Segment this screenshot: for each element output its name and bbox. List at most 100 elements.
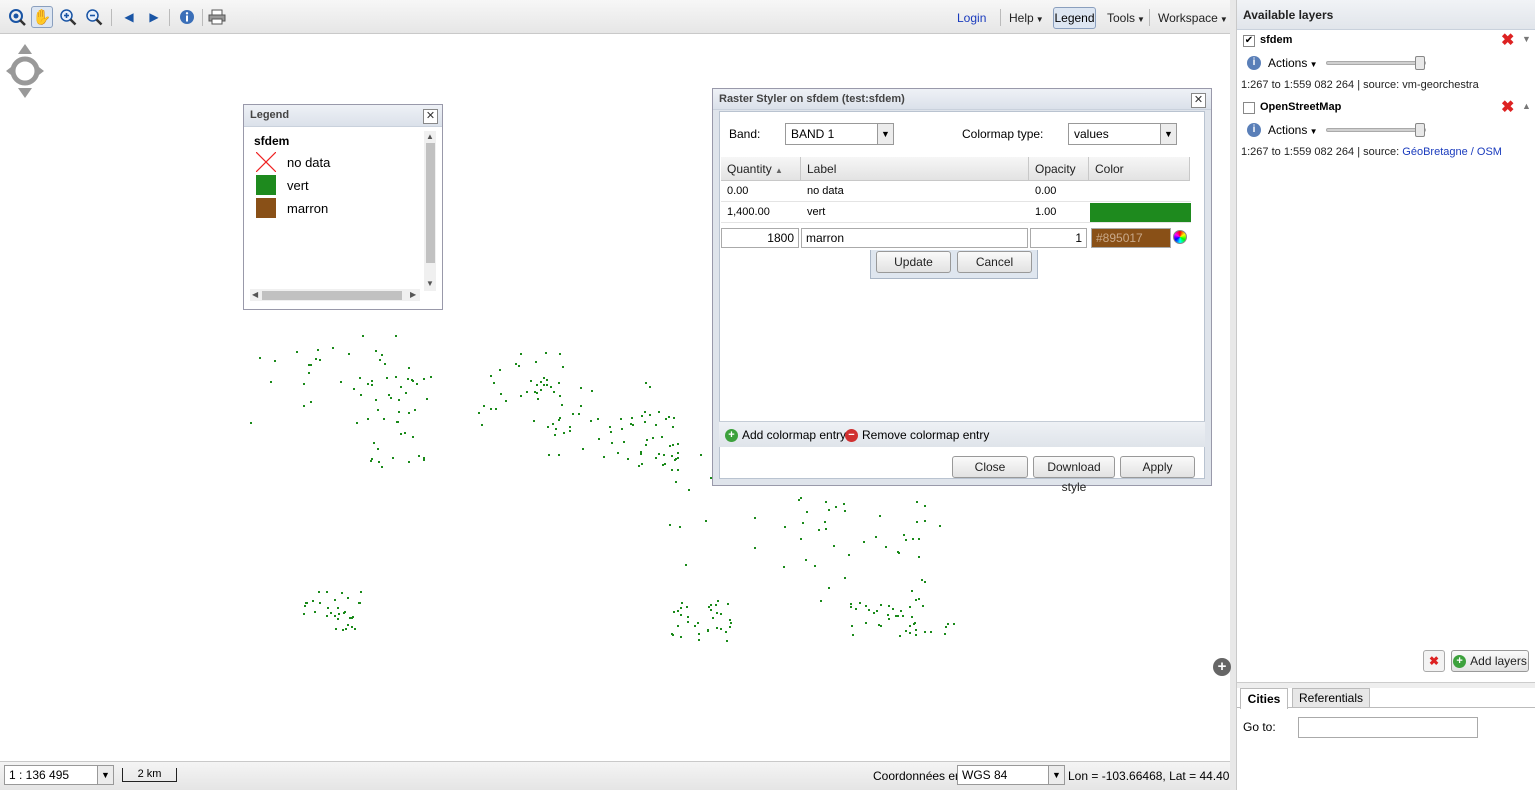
source-link[interactable]: GéoBretagne / OSM <box>1402 146 1502 158</box>
raster-pixel <box>864 622 867 625</box>
pan-icon[interactable]: ✋ <box>31 6 53 28</box>
remove-layer-icon[interactable]: ✖ <box>1501 30 1514 50</box>
raster-pixel <box>582 448 585 451</box>
scroll-right-icon[interactable]: ▶ <box>410 290 416 299</box>
update-button[interactable]: Update <box>876 251 951 273</box>
back-icon[interactable]: ◀ <box>118 6 140 28</box>
download-style-button[interactable]: Download style <box>1033 456 1115 494</box>
colormap-type-select[interactable]: values ▼ <box>1068 123 1177 145</box>
raster-pixel <box>824 500 827 503</box>
collapse-down-icon[interactable]: ▼ <box>1522 34 1531 44</box>
tab-referentials[interactable]: Referentials <box>1292 688 1370 708</box>
actions-menu-label: Actions <box>1268 123 1308 137</box>
table-row[interactable]: 0.00 no data 0.00 <box>721 181 1191 202</box>
tools-menu[interactable]: Tools ▼ <box>1107 11 1145 25</box>
opacity-slider[interactable] <box>1326 123 1426 137</box>
add-colormap-entry-button[interactable]: + Add colormap entry <box>725 428 846 442</box>
scale-select[interactable]: 1 : 136 495 ▼ <box>4 765 114 785</box>
column-header-opacity[interactable]: Opacity <box>1029 157 1089 181</box>
raster-pixel <box>825 527 828 530</box>
goto-input[interactable] <box>1298 717 1478 738</box>
raster-pixel <box>530 380 533 383</box>
raster-pixel <box>912 538 915 541</box>
collapse-up-icon[interactable]: ▲ <box>1522 101 1531 111</box>
layer-visibility-checkbox[interactable]: ✔ <box>1243 35 1255 47</box>
raster-pixel <box>519 352 522 355</box>
close-icon[interactable]: ✕ <box>423 109 438 124</box>
chevron-down-icon[interactable]: ▼ <box>97 766 113 784</box>
projection-value: WGS 84 <box>962 768 1008 782</box>
help-menu[interactable]: Help ▼ <box>1009 11 1044 25</box>
close-button[interactable]: Close <box>952 456 1028 478</box>
forward-icon[interactable]: ▶ <box>143 6 165 28</box>
raster-pixel <box>609 425 612 428</box>
table-row[interactable]: 1,400.00 vert 1.00 <box>721 202 1191 223</box>
remove-layer-icon[interactable]: ✖ <box>1501 97 1514 117</box>
legend-vertical-scrollbar[interactable]: ▲ ▼ <box>424 131 436 291</box>
column-header-color[interactable]: Color <box>1089 157 1190 181</box>
remove-all-layers-button[interactable]: ✖ <box>1423 650 1445 672</box>
legend-toggle-button[interactable]: Legend <box>1053 7 1096 29</box>
raster-pixel <box>854 608 857 611</box>
raster-pixel <box>569 426 572 429</box>
raster-pixel <box>374 350 377 353</box>
info-icon[interactable]: i <box>1247 56 1261 70</box>
raster-pixel <box>782 565 785 568</box>
apply-button[interactable]: Apply <box>1120 456 1195 478</box>
band-select[interactable]: BAND 1 ▼ <box>785 123 894 145</box>
slider-knob[interactable] <box>1415 56 1425 70</box>
colormap-toolbar: + Add colormap entry − Remove colormap e… <box>719 421 1205 447</box>
raster-pixel <box>897 551 900 554</box>
raster-pixel <box>924 630 927 633</box>
add-layers-button[interactable]: + Add layers <box>1451 650 1529 672</box>
workspace-menu[interactable]: Workspace ▼ <box>1158 11 1228 25</box>
column-header-quantity[interactable]: Quantity ▲ <box>721 157 801 181</box>
raster-pixel <box>366 383 369 386</box>
projection-select[interactable]: WGS 84 ▼ <box>957 765 1065 785</box>
print-icon[interactable] <box>206 6 228 28</box>
no-data-swatch-icon <box>256 152 276 172</box>
opacity-input[interactable]: 1 <box>1030 228 1087 248</box>
raster-pixel <box>899 634 902 637</box>
toolbar-separator <box>1149 9 1150 26</box>
slider-knob[interactable] <box>1415 123 1425 137</box>
zoom-in-icon[interactable] <box>57 6 79 28</box>
scroll-down-icon[interactable]: ▼ <box>426 279 434 288</box>
scroll-thumb[interactable] <box>426 143 435 263</box>
opacity-slider[interactable] <box>1326 56 1426 70</box>
raster-pixel <box>379 359 382 362</box>
scroll-up-icon[interactable]: ▲ <box>426 132 434 141</box>
layer-visibility-checkbox[interactable] <box>1243 102 1255 114</box>
expand-plus-icon[interactable]: + <box>1213 658 1231 676</box>
info-icon[interactable]: i <box>1247 123 1261 137</box>
scroll-thumb[interactable] <box>262 291 402 300</box>
band-select-value: BAND 1 <box>791 127 835 141</box>
raster-pixel <box>655 456 658 459</box>
legend-horizontal-scrollbar[interactable]: ◀ ▶ <box>250 289 420 301</box>
label-input[interactable]: marron <box>801 228 1028 248</box>
tab-cities[interactable]: Cities <box>1240 688 1288 709</box>
chevron-down-icon[interactable]: ▼ <box>1048 766 1064 784</box>
pan-control-icon[interactable] <box>6 44 44 98</box>
remove-colormap-entry-button[interactable]: − Remove colormap entry <box>845 428 989 442</box>
close-icon[interactable]: ✕ <box>1191 93 1206 108</box>
color-input[interactable]: #895017 <box>1091 228 1171 248</box>
scroll-left-icon[interactable]: ◀ <box>252 290 258 299</box>
toolbar-separator <box>202 9 203 26</box>
raster-pixel <box>879 604 882 606</box>
actions-menu[interactable]: Actions ▼ <box>1268 123 1318 137</box>
color-picker-icon[interactable] <box>1173 230 1187 244</box>
raster-pixel <box>823 520 826 523</box>
chevron-down-icon[interactable]: ▼ <box>1160 124 1176 144</box>
raster-pixel <box>707 628 710 631</box>
actions-menu[interactable]: Actions ▼ <box>1268 56 1318 70</box>
cancel-button[interactable]: Cancel <box>957 251 1032 273</box>
quantity-input[interactable]: 1800 <box>721 228 799 248</box>
chevron-down-icon[interactable]: ▼ <box>877 124 893 144</box>
info-icon[interactable] <box>176 6 198 28</box>
zoom-extent-icon[interactable] <box>6 6 28 28</box>
zoom-out-icon[interactable] <box>83 6 105 28</box>
login-link[interactable]: Login <box>957 11 986 25</box>
column-header-label[interactable]: Label <box>801 157 1029 181</box>
legend-entry-label: marron <box>287 200 329 216</box>
